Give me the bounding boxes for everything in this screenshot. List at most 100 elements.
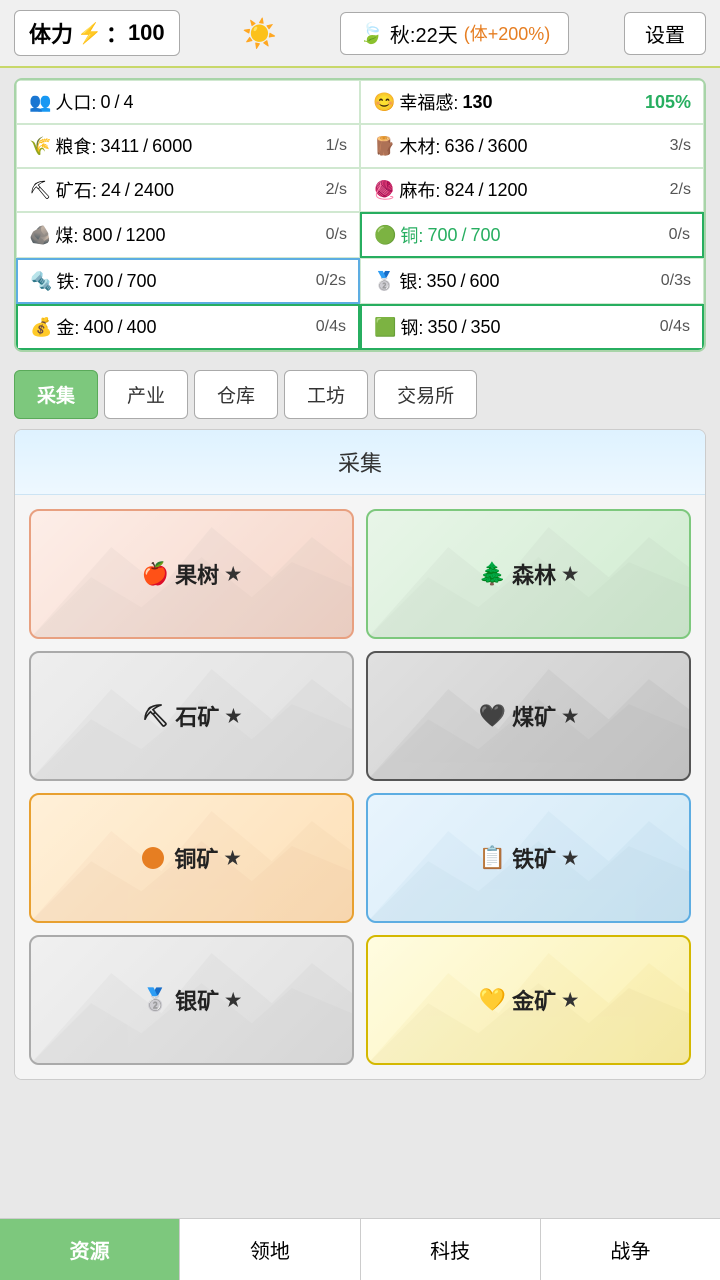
gold-rate: 0/4s xyxy=(306,318,346,336)
fruit-icon: 🍎 xyxy=(142,561,169,587)
silver-label: 🥈 银:350/600 xyxy=(373,268,500,294)
copper-mine-label: 铜矿 ★ xyxy=(142,842,240,874)
card-coal-mine[interactable]: 🖤 煤矿 ★ xyxy=(366,651,691,781)
iron-rate: 0/2s xyxy=(306,272,346,290)
tab-warehouse[interactable]: 仓库 xyxy=(194,370,278,419)
card-fruit[interactable]: 🍎 果树 ★ xyxy=(29,509,354,639)
tab-gather[interactable]: 采集 xyxy=(14,370,98,419)
sun-icon: ☀️ xyxy=(242,17,277,50)
copper-label: 🟢 铜:700/700 xyxy=(374,222,501,248)
cloth-icon: 🧶 xyxy=(373,180,395,201)
settings-button[interactable]: 设置 xyxy=(624,12,706,55)
steel-label: 🟩 钢:350/350 xyxy=(374,314,501,340)
nav-territory[interactable]: 领地 xyxy=(180,1219,360,1280)
happiness-value: 130 xyxy=(462,92,492,113)
nav-tech[interactable]: 科技 xyxy=(361,1219,541,1280)
season-display: 🍃 秋:22天 (体+200%) xyxy=(340,12,569,55)
iron-label: 🔩 铁:700/700 xyxy=(30,268,157,294)
steel-cell: 🟩 钢:350/350 0/4s xyxy=(360,304,704,350)
coal-current: 800 xyxy=(82,225,112,246)
wood-current: 636 xyxy=(444,136,474,157)
forest-star: ★ xyxy=(562,564,578,585)
stamina-label: 体力 xyxy=(29,17,73,49)
silver-mine-icon: 🥈 xyxy=(142,987,169,1013)
silver-icon: 🥈 xyxy=(373,271,395,292)
pop-max: 4 xyxy=(123,92,133,113)
stone-star: ★ xyxy=(225,706,241,727)
coal-icon: 🪨 xyxy=(29,225,51,246)
wood-icon: 🪵 xyxy=(373,136,395,157)
ore-icon: ⛏ xyxy=(29,180,52,201)
card-iron-mine[interactable]: 📋 铁矿 ★ xyxy=(366,793,691,923)
happiness-cell: 😊 幸福感:130 105% xyxy=(360,80,704,124)
season-text: 秋:22天 xyxy=(390,19,458,48)
gold-icon: 💰 xyxy=(30,317,52,338)
section-title: 采集 xyxy=(338,451,382,476)
food-label: 🌾 粮食:3411/6000 xyxy=(29,133,192,159)
cards-grid: 🍎 果树 ★ 🌲 森林 ★ ⛏ 石矿 xyxy=(15,495,705,1079)
population-label: 👥 人口:0/4 xyxy=(29,89,133,115)
fruit-label: 🍎 果树 ★ xyxy=(142,558,242,590)
forest-label: 🌲 森林 ★ xyxy=(479,558,579,590)
tab-bar: 采集 产业 仓库 工坊 交易所 xyxy=(14,370,706,419)
coal-rate: 0/s xyxy=(307,226,347,244)
happiness-percent: 105% xyxy=(645,92,691,113)
coal-cell: 🪨 煤:800/1200 0/s xyxy=(16,212,360,258)
copper-cell: 🟢 铜:700/700 0/s xyxy=(360,212,704,258)
copper-current: 700 xyxy=(427,225,457,246)
ore-label: ⛏ 矿石:24/2400 xyxy=(29,177,174,203)
stamina-colon: ： xyxy=(106,17,128,49)
tab-workshop[interactable]: 工坊 xyxy=(284,370,368,419)
gold-current: 400 xyxy=(83,317,113,338)
silver-mine-label: 🥈 银矿 ★ xyxy=(142,984,242,1016)
ore-cell: ⛏ 矿石:24/2400 2/s xyxy=(16,168,360,212)
card-stone[interactable]: ⛏ 石矿 ★ xyxy=(29,651,354,781)
happiness-label: 😊 幸福感:130 xyxy=(373,89,492,115)
cloth-label: 🧶 麻布:824/1200 xyxy=(373,177,528,203)
stamina-value: 100 xyxy=(128,20,165,46)
iron-mine-label: 📋 铁矿 ★ xyxy=(479,842,579,874)
coal-mine-label: 🖤 煤矿 ★ xyxy=(479,700,579,732)
cloth-cell: 🧶 麻布:824/1200 2/s xyxy=(360,168,704,212)
season-bonus: (体+200%) xyxy=(464,20,551,46)
section-header: 采集 xyxy=(15,430,705,495)
card-copper-mine[interactable]: 铜矿 ★ xyxy=(29,793,354,923)
pop-current: 0 xyxy=(100,92,110,113)
ore-rate: 2/s xyxy=(307,181,347,199)
bottom-nav: 资源 领地 科技 战争 xyxy=(0,1218,720,1280)
silver-rate: 0/3s xyxy=(651,272,691,290)
stamina-display: 体力 ⚡ ： 100 xyxy=(14,10,180,56)
iron-icon: 🔩 xyxy=(30,271,52,292)
cloth-current: 824 xyxy=(444,180,474,201)
gold-mine-label: 💛 金矿 ★ xyxy=(479,984,579,1016)
nav-war[interactable]: 战争 xyxy=(541,1219,720,1280)
copper-rate: 0/s xyxy=(650,226,690,244)
iron-max: 700 xyxy=(127,271,157,292)
card-silver-mine[interactable]: 🥈 银矿 ★ xyxy=(29,935,354,1065)
food-current: 3411 xyxy=(100,136,139,157)
food-cell: 🌾 粮食:3411/6000 1/s xyxy=(16,124,360,168)
food-rate: 1/s xyxy=(307,137,347,155)
forest-icon: 🌲 xyxy=(479,561,506,587)
gold-cell: 💰 金:400/400 0/4s xyxy=(16,304,360,350)
wood-rate: 3/s xyxy=(651,137,691,155)
nav-resources[interactable]: 资源 xyxy=(0,1219,180,1280)
fruit-star: ★ xyxy=(225,564,241,585)
iron-cell: 🔩 铁:700/700 0/2s xyxy=(16,258,360,304)
main-content: 采集 🍎 果树 ★ 🌲 森林 ★ xyxy=(14,429,706,1080)
tab-industry[interactable]: 产业 xyxy=(104,370,188,419)
copper-mine-star: ★ xyxy=(224,848,240,869)
population-icon: 👥 xyxy=(29,92,51,113)
card-gold-mine[interactable]: 💛 金矿 ★ xyxy=(366,935,691,1065)
population-cell: 👥 人口:0/4 xyxy=(16,80,360,124)
top-bar: 体力 ⚡ ： 100 ☀️ 🍃 秋:22天 (体+200%) 设置 xyxy=(0,0,720,68)
copper-mine-icon xyxy=(142,847,164,869)
happiness-icon: 😊 xyxy=(373,92,395,113)
tab-exchange[interactable]: 交易所 xyxy=(374,370,477,419)
wood-max: 3600 xyxy=(488,136,528,157)
silver-current: 350 xyxy=(426,271,456,292)
iron-mine-star: ★ xyxy=(562,848,578,869)
card-forest[interactable]: 🌲 森林 ★ xyxy=(366,509,691,639)
silver-cell: 🥈 银:350/600 0/3s xyxy=(360,258,704,304)
steel-rate: 0/4s xyxy=(650,318,690,336)
